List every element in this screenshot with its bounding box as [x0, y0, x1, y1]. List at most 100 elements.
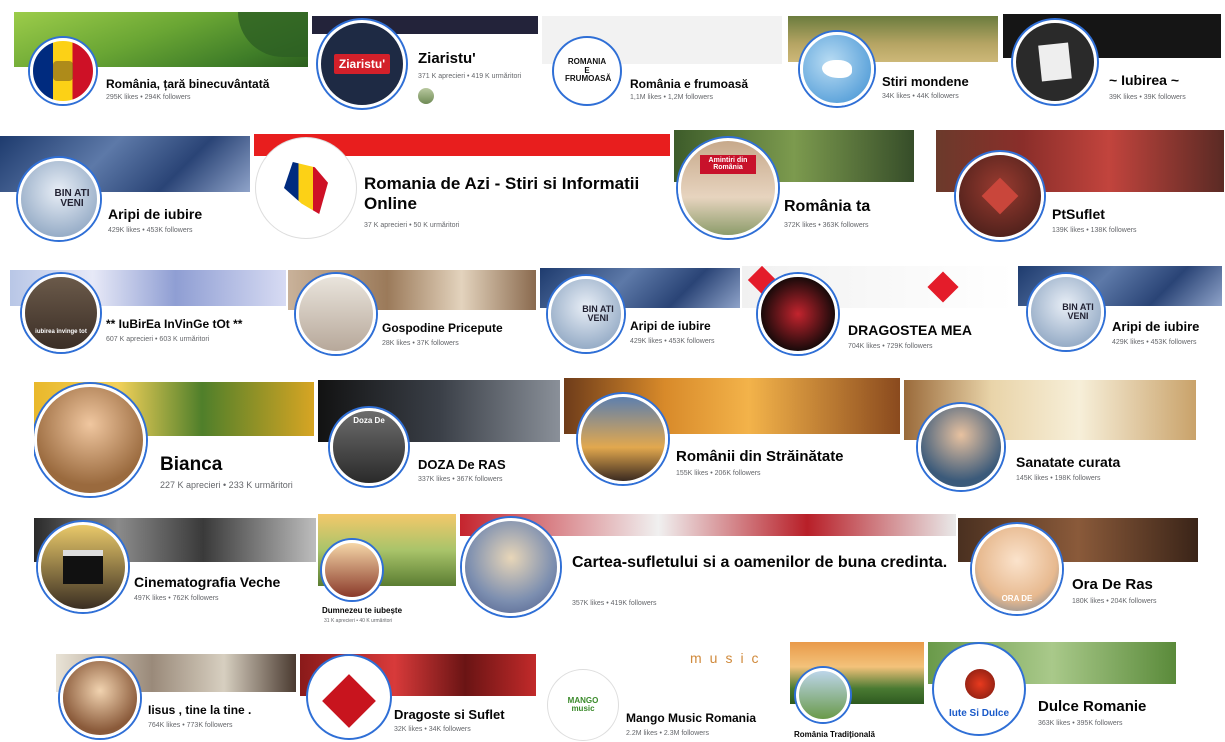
page-card-stiri-mondene[interactable]: Stiri mondene 34K likes • 44K followers	[788, 16, 998, 112]
page-card-romania-traditionala[interactable]: România Tradițională	[790, 642, 924, 742]
page-avatar[interactable]: BIN ATI VENI	[18, 158, 100, 240]
heart-icon	[322, 674, 376, 728]
page-avatar[interactable]	[1013, 20, 1097, 104]
page-name[interactable]: Bianca	[160, 454, 222, 476]
page-avatar[interactable]	[796, 668, 850, 722]
chili-pepper-icon	[965, 669, 995, 699]
page-name[interactable]: Mango Music Romania	[626, 711, 756, 726]
page-stats: 227 K aprecieri • 233 K urmăritori	[160, 480, 293, 490]
page-name[interactable]: Cinematografia Veche	[134, 574, 280, 590]
page-name[interactable]: DOZA De RAS	[418, 457, 506, 473]
page-stats: 295K likes • 294K followers	[106, 94, 191, 101]
page-card-aripi-2[interactable]: BIN ATI VENI Aripi de iubire 429K likes …	[540, 268, 740, 360]
page-name[interactable]: Dulce Romanie	[1038, 698, 1146, 715]
page-card-dulce-romanie[interactable]: Iute Si Dulce Dulce Romanie 363K likes •…	[928, 642, 1176, 738]
page-card-romania-de-azi[interactable]: Romania de Azi - Stiri si Informatii Onl…	[254, 134, 670, 248]
page-stats: 2.2M likes • 2.3M followers	[626, 730, 709, 737]
page-avatar[interactable]: BIN ATI VENI	[1028, 274, 1104, 350]
page-avatar[interactable]	[38, 522, 128, 612]
page-name[interactable]: Românii din Străinătate	[676, 448, 844, 465]
page-name[interactable]: Aripi de iubire	[1112, 319, 1199, 335]
page-name[interactable]: România ta	[784, 198, 870, 216]
page-card-mango-music[interactable]: music MANGO music Mango Music Romania 2.…	[546, 644, 782, 742]
page-name[interactable]: Aripi de iubire	[108, 206, 202, 222]
page-avatar[interactable]: Amintiri din România	[678, 138, 778, 238]
page-avatar[interactable]: Doza De	[330, 408, 408, 486]
page-stats: 607 K aprecieri • 603 K urmăritori	[106, 336, 210, 343]
avatar-label: ORA DE	[1001, 593, 1033, 603]
page-avatar[interactable]: iubirea învinge tot	[22, 274, 100, 352]
page-stats: 37 K aprecieri • 50 K urmăritori	[364, 222, 460, 229]
page-name[interactable]: Ora De Ras	[1072, 576, 1153, 593]
page-card-aripi-3[interactable]: BIN ATI VENI Aripi de iubire 429K likes …	[1018, 266, 1222, 360]
page-card-ora-de-ras[interactable]: ORA DE Ora De Ras 180K likes • 204K foll…	[958, 518, 1198, 620]
page-card-bianca[interactable]: Bianca 227 K aprecieri • 233 K urmăritor…	[34, 382, 314, 498]
page-avatar[interactable]	[918, 404, 1004, 490]
page-avatar[interactable]	[578, 394, 668, 484]
page-avatar[interactable]	[322, 540, 382, 600]
page-stats: 764K likes • 773K followers	[148, 722, 233, 729]
page-card-dragostea-mea[interactable]: DRAGOSTEA MEA 704K likes • 729K follower…	[742, 266, 1014, 360]
page-avatar[interactable]	[956, 152, 1044, 240]
page-card-dumnezeu[interactable]: Dumnezeu te iubește 31 K aprecieri • 40 …	[318, 514, 456, 626]
page-card-sanatate-curata[interactable]: Sanatate curata 145K likes • 198K follow…	[904, 380, 1196, 492]
page-avatar[interactable]	[758, 274, 838, 354]
page-card-cinematografia-veche[interactable]: Cinematografia Veche 497K likes • 762K f…	[34, 518, 316, 620]
page-name[interactable]: Sanatate curata	[1016, 454, 1120, 470]
page-card-romanii-din-strainatate[interactable]: Românii din Străinătate 155K likes • 206…	[564, 378, 900, 490]
page-name[interactable]: Gospodine Pricepute	[382, 321, 503, 336]
page-card-iisus[interactable]: Iisus , tine la tine . 764K likes • 773K…	[56, 654, 296, 740]
page-avatar[interactable]: Ziaristu'	[318, 20, 406, 108]
page-name[interactable]: Ziaristu'	[418, 50, 476, 67]
page-avatar[interactable]	[800, 32, 874, 106]
page-name[interactable]: România e frumoasă	[630, 77, 748, 92]
page-avatar[interactable]	[296, 274, 376, 354]
avatar-label: iubirea învinge tot	[35, 328, 87, 335]
avatar-label: BIN ATI VENI	[582, 303, 614, 323]
avatar-label: BIN ATI VENI	[54, 187, 90, 209]
page-stats: 1,1M likes • 1,2M followers	[630, 94, 713, 101]
page-avatar[interactable]	[462, 518, 560, 616]
avatar-label: Ziaristu'	[333, 53, 391, 75]
page-avatar[interactable]	[60, 658, 140, 738]
page-card-dragoste-si-suflet[interactable]: Dragoste si Suflet 32K likes • 34K follo…	[300, 654, 536, 740]
page-name[interactable]: ~ Iubirea ~	[1109, 72, 1179, 88]
page-name[interactable]: Cartea-sufletului si a oamenilor de buna…	[572, 552, 952, 574]
page-avatar[interactable]	[256, 138, 356, 238]
page-card-romania-tara[interactable]: România, țară binecuvântată 295K likes •…	[14, 12, 308, 112]
page-card-romania-ta[interactable]: Amintiri din România România ta 372K lik…	[674, 130, 914, 248]
page-name[interactable]: PtSuflet	[1052, 206, 1105, 222]
page-avatar[interactable]: BIN ATI VENI	[548, 276, 624, 352]
page-name[interactable]: România Tradițională	[794, 730, 875, 739]
page-card-gospodine[interactable]: Gospodine Pricepute 28K likes • 37K foll…	[288, 270, 536, 358]
page-avatar[interactable]	[34, 384, 146, 496]
page-name[interactable]: Dumnezeu te iubește	[322, 606, 402, 615]
page-card-doza-de-ras[interactable]: Doza De DOZA De RAS 337K likes • 367K fo…	[318, 380, 560, 490]
page-avatar[interactable]	[30, 38, 96, 104]
page-name[interactable]: DRAGOSTEA MEA	[848, 322, 972, 338]
page-stats: 357K likes • 419K followers	[572, 600, 657, 607]
page-avatar[interactable]: ROMANIA E FRUMOASĂ	[554, 38, 620, 104]
page-name[interactable]: România, țară binecuvântată	[106, 77, 269, 92]
page-name[interactable]: Iisus , tine la tine .	[148, 703, 251, 718]
note-icon	[1038, 42, 1072, 82]
page-card-iubirea-invinge[interactable]: iubirea învinge tot ** IuBirEa InVinGe t…	[10, 270, 286, 358]
page-stats: 704K likes • 729K followers	[848, 343, 933, 350]
page-card-aripi-1[interactable]: BIN ATI VENI Aripi de iubire 429K likes …	[0, 136, 250, 248]
page-name[interactable]: ** IuBirEa InVinGe tOt **	[106, 317, 242, 332]
page-card-ptsuflet[interactable]: PtSuflet 139K likes • 138K followers	[936, 130, 1224, 246]
page-card-cartea-sufletului[interactable]: Cartea-sufletului si a oamenilor de buna…	[460, 514, 956, 622]
page-avatar[interactable]: Iute Si Dulce	[934, 644, 1024, 734]
page-stats: 31 K aprecieri • 40 K urmăritori	[324, 618, 393, 624]
page-avatar[interactable]: MANGO music	[548, 670, 618, 740]
page-card-ziaristu[interactable]: Ziaristu' Ziaristu' 371 K aprecieri • 41…	[312, 16, 538, 112]
page-name[interactable]: Dragoste si Suflet	[394, 707, 505, 723]
page-name[interactable]: Aripi de iubire	[630, 319, 711, 334]
page-card-romania-frumoasa[interactable]: ROMANIA E FRUMOASĂ România e frumoasă 1,…	[542, 16, 782, 112]
friend-avatar-icon	[418, 88, 434, 104]
page-card-iubirea[interactable]: ~ Iubirea ~ 39K likes • 39K followers	[1003, 14, 1221, 112]
page-avatar[interactable]: ORA DE	[972, 524, 1062, 614]
page-name[interactable]: Stiri mondene	[882, 74, 969, 90]
page-avatar[interactable]	[308, 656, 390, 738]
page-name[interactable]: Romania de Azi - Stiri si Informatii Onl…	[364, 174, 664, 213]
